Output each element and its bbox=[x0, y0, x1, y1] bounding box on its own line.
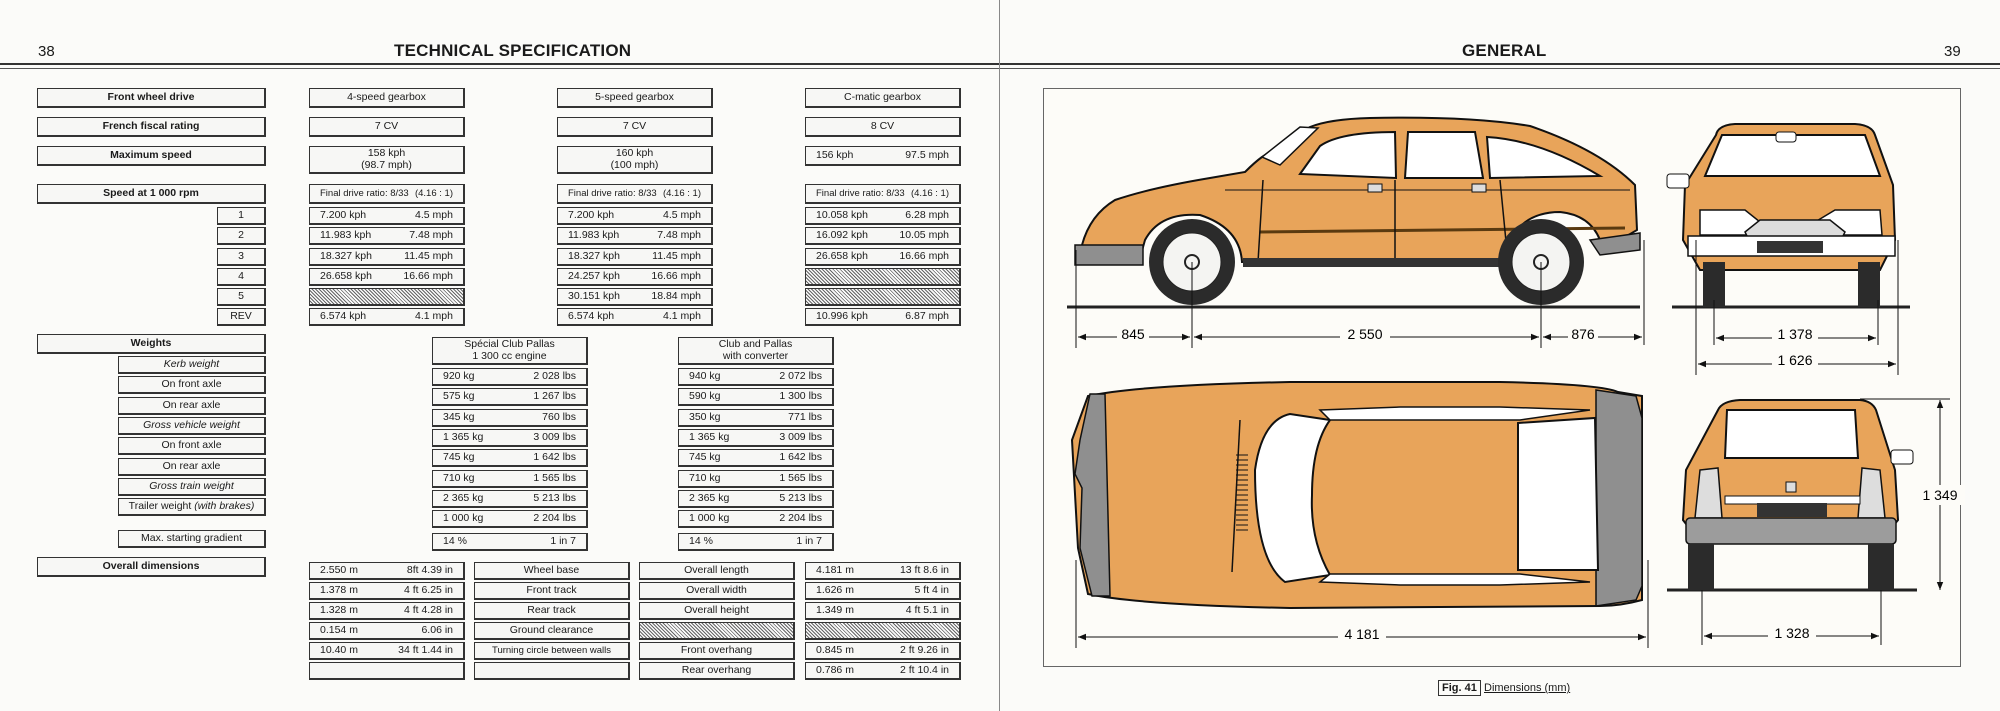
rear-view: 1 349 1 328 bbox=[1667, 398, 1965, 645]
rear-trim bbox=[1724, 495, 1861, 505]
rear-lamp-right bbox=[1857, 467, 1886, 519]
rear-screen bbox=[1723, 409, 1860, 459]
number-plate-rear bbox=[1757, 503, 1827, 517]
front-bumper bbox=[1074, 244, 1144, 266]
figure-caption: Dimensions (mm) bbox=[1484, 682, 1571, 694]
rear-lamp-left bbox=[1694, 467, 1723, 519]
top-rear-bumper bbox=[1595, 389, 1643, 607]
rear-view-mirror bbox=[1775, 131, 1797, 143]
rear-bumper-rear bbox=[1685, 517, 1897, 545]
sill bbox=[1243, 258, 1508, 267]
dim-rear-overhang: 876 bbox=[1571, 326, 1595, 342]
front-tyre-right bbox=[1858, 262, 1880, 307]
dim-front-track: 1 378 bbox=[1777, 326, 1812, 342]
front-view: 1 378 1 626 bbox=[1666, 123, 1910, 375]
rear-badge bbox=[1785, 481, 1797, 493]
front-door-handle bbox=[1367, 183, 1383, 193]
side-view: 845 2 550 876 bbox=[1067, 116, 1645, 348]
figure-number: Fig. 41 bbox=[1438, 680, 1481, 696]
dim-overall-width: 1 626 bbox=[1777, 352, 1812, 368]
dim-wheelbase: 2 550 bbox=[1347, 326, 1382, 342]
dimension-drawings: 845 2 550 876 1 378 1 626 4 181 1 349 1 … bbox=[1067, 116, 1965, 648]
rear-door-window bbox=[1403, 131, 1485, 179]
top-view: 4 181 bbox=[1070, 381, 1649, 648]
rear-tyre-right bbox=[1868, 544, 1894, 590]
rear-door-handle bbox=[1471, 183, 1487, 193]
door-mirror-right bbox=[1890, 449, 1914, 465]
dim-rear-track: 1 328 bbox=[1774, 625, 1809, 641]
rear-tyre-left bbox=[1688, 544, 1714, 590]
dim-overall-length: 4 181 bbox=[1344, 626, 1379, 642]
dim-overall-height: 1 349 bbox=[1922, 487, 1957, 503]
dim-front-overhang: 845 bbox=[1121, 326, 1145, 342]
number-plate-front bbox=[1757, 241, 1823, 253]
top-rear-window bbox=[1517, 416, 1600, 571]
door-mirror-left bbox=[1666, 173, 1690, 189]
